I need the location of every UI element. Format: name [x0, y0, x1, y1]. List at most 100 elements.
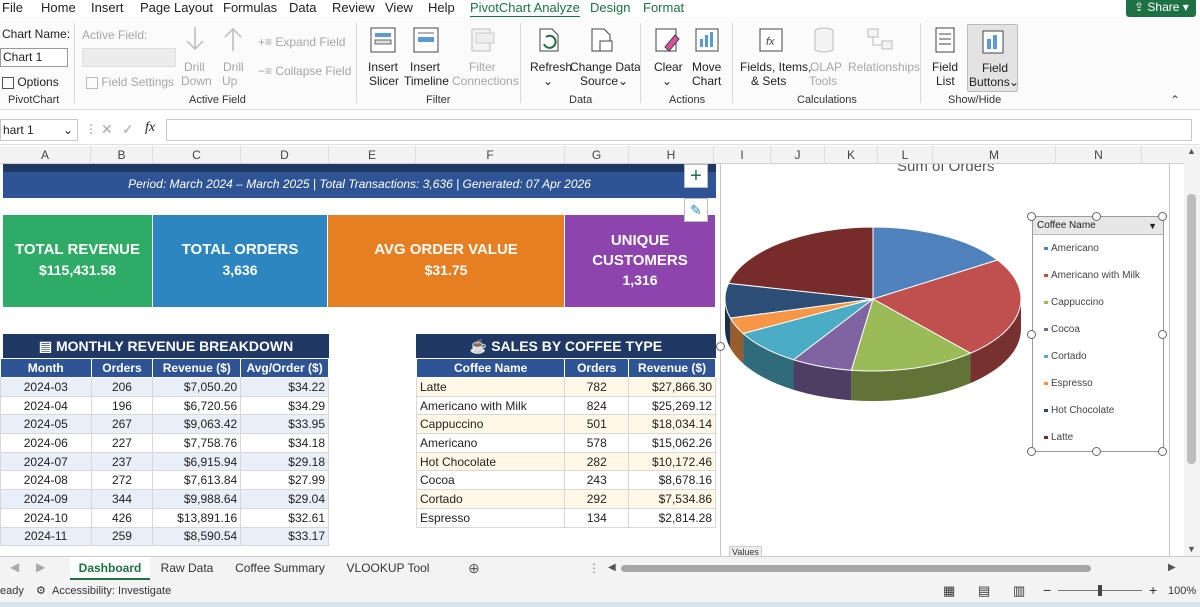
accessibility-icon[interactable]: ⚙ — [36, 584, 46, 597]
resize-handle[interactable] — [1158, 212, 1167, 221]
cancel-icon[interactable]: ✕ — [101, 121, 113, 138]
table-cell[interactable]: $33.17 — [240, 526, 329, 547]
table-cell[interactable]: 272 — [90, 470, 154, 491]
share-button[interactable]: ⇪ Share ▾ — [1126, 0, 1196, 17]
table-cell[interactable]: 501 — [564, 414, 630, 435]
column-header[interactable]: L — [878, 146, 933, 164]
column-header[interactable]: H — [629, 146, 714, 164]
insert-function-icon[interactable]: fx — [145, 120, 155, 136]
table-cell[interactable]: Espresso — [415, 507, 566, 528]
change-data-source-button[interactable]: Change Data Source ⌄ — [570, 23, 641, 95]
table-cell[interactable]: $32.61 — [240, 507, 329, 528]
table-cell[interactable]: 344 — [90, 489, 154, 509]
expand-field-button[interactable]: +≡ Expand Field — [258, 35, 345, 49]
table-cell[interactable]: $2,814.28 — [628, 507, 716, 528]
tab-next-icon[interactable]: ▶ — [36, 560, 45, 574]
field-buttons-button[interactable]: Field Buttons ⌄ — [967, 24, 1019, 92]
column-header[interactable]: K — [825, 146, 878, 164]
menu-page-layout[interactable]: Page Layout — [140, 0, 213, 16]
horizontal-scroll-thumb[interactable] — [621, 565, 1091, 572]
table-cell[interactable]: $34.22 — [240, 377, 329, 397]
relationships-button[interactable]: Relationships — [848, 23, 920, 95]
table-cell[interactable]: $7,758.76 — [152, 433, 242, 453]
scroll-thumb[interactable] — [1187, 194, 1196, 464]
chart-name-input[interactable]: Chart 1 — [0, 48, 68, 67]
table-cell[interactable]: Cortado — [415, 489, 566, 509]
scroll-up-icon[interactable]: ▲ — [1187, 146, 1196, 156]
table-cell[interactable]: 292 — [564, 489, 630, 509]
column-header[interactable]: F — [416, 146, 565, 164]
refresh-button[interactable]: Refresh ⌄ — [528, 23, 572, 95]
resize-handle[interactable] — [1158, 330, 1167, 339]
resize-handle[interactable] — [1158, 447, 1167, 456]
table-cell[interactable]: $34.29 — [240, 395, 329, 416]
name-box[interactable]: hart 1 ⌄ — [0, 119, 78, 141]
menu-review[interactable]: Review — [332, 0, 375, 16]
zoom-out-icon[interactable]: − — [1043, 582, 1051, 598]
fields-items-sets-button[interactable]: fx Fields, Items, & Sets — [740, 23, 811, 95]
chart-title[interactable]: Sum of Orders — [897, 164, 995, 175]
move-chart-button[interactable]: Move Chart — [690, 23, 724, 95]
table-cell[interactable]: 824 — [564, 395, 630, 416]
table-cell[interactable]: $27.99 — [240, 470, 329, 491]
olap-tools-button[interactable]: OLAP Tools — [806, 23, 846, 95]
table-cell[interactable]: 782 — [564, 377, 630, 397]
column-header[interactable]: D — [241, 146, 329, 164]
collapse-field-button[interactable]: −≡ Collapse Field — [258, 64, 351, 78]
zoom-level[interactable]: 100% — [1168, 585, 1196, 597]
column-header[interactable]: G — [565, 146, 629, 164]
table-cell[interactable]: Cocoa — [415, 470, 566, 491]
worksheet[interactable]: Period: March 2024 – March 2025 | Total … — [0, 164, 1184, 556]
menu-data[interactable]: Data — [289, 0, 316, 16]
table-cell[interactable]: 2024-03 — [0, 377, 92, 397]
legend-item[interactable]: Cocoa — [1033, 316, 1163, 343]
field-list-button[interactable]: Field List — [928, 23, 962, 95]
column-header[interactable]: J — [771, 146, 825, 164]
table-cell[interactable]: $10,172.46 — [628, 451, 716, 472]
drill-down-button[interactable]: Drill Down — [180, 23, 212, 95]
chart-elements-button[interactable]: + — [684, 164, 708, 188]
vertical-scrollbar[interactable]: ▲ ▼ — [1184, 146, 1200, 556]
active-field-input[interactable] — [82, 48, 176, 67]
column-header[interactable]: E — [329, 146, 416, 164]
resize-handle[interactable] — [1027, 330, 1036, 339]
chart-styles-button[interactable]: ✎ — [684, 198, 708, 222]
tab-raw-data[interactable]: Raw Data — [152, 557, 222, 580]
coffee-name-legend[interactable]: Coffee Name ▼ Americano Americano with Mi… — [1032, 216, 1164, 452]
table-cell[interactable]: 2024-05 — [0, 414, 92, 435]
tab-vlookup-tool[interactable]: VLOOKUP Tool — [338, 557, 438, 580]
accessibility-status[interactable]: Accessibility: Investigate — [52, 585, 171, 597]
table-cell[interactable]: $33.95 — [240, 414, 329, 435]
formula-input[interactable] — [166, 119, 1192, 141]
options-button[interactable]: Options — [2, 75, 59, 89]
clear-button[interactable]: Clear ⌄ — [650, 23, 684, 95]
filter-connections-button[interactable]: Filter Connections — [452, 23, 519, 95]
table-cell[interactable]: $15,062.26 — [628, 433, 716, 453]
drill-up-button[interactable]: Drill Up — [220, 23, 250, 95]
tab-prev-icon[interactable]: ◀ — [10, 560, 19, 574]
normal-view-icon[interactable]: ▦ — [943, 583, 955, 599]
table-cell[interactable]: 2024-11 — [0, 526, 92, 547]
table-cell[interactable]: Hot Chocolate — [415, 451, 566, 472]
table-cell[interactable]: 206 — [90, 377, 154, 397]
menu-design[interactable]: Design — [590, 0, 630, 16]
table-cell[interactable]: Americano — [415, 433, 566, 453]
table-cell[interactable]: $7,534.86 — [628, 489, 716, 509]
table-cell[interactable]: $25,269.12 — [628, 395, 716, 416]
menu-help[interactable]: Help — [428, 0, 455, 16]
table-cell[interactable]: $9,063.42 — [152, 414, 242, 435]
table-cell[interactable]: 196 — [90, 395, 154, 416]
table-cell[interactable]: $13,891.16 — [152, 507, 242, 528]
table-cell[interactable]: $29.18 — [240, 451, 329, 472]
table-cell[interactable]: 2024-10 — [0, 507, 92, 528]
table-cell[interactable]: 227 — [90, 433, 154, 453]
resize-handle[interactable] — [1092, 447, 1101, 456]
legend-item[interactable]: Americano — [1033, 235, 1163, 262]
table-cell[interactable]: $6,915.94 — [152, 451, 242, 472]
menu-format[interactable]: Format — [643, 0, 684, 16]
column-header[interactable]: C — [153, 146, 241, 164]
table-cell[interactable]: $8,590.54 — [152, 526, 242, 547]
table-cell[interactable]: 2024-09 — [0, 489, 92, 509]
resize-handle[interactable] — [1092, 212, 1101, 221]
menu-pivotchart-analyze[interactable]: PivotChart Analyze — [470, 0, 580, 18]
